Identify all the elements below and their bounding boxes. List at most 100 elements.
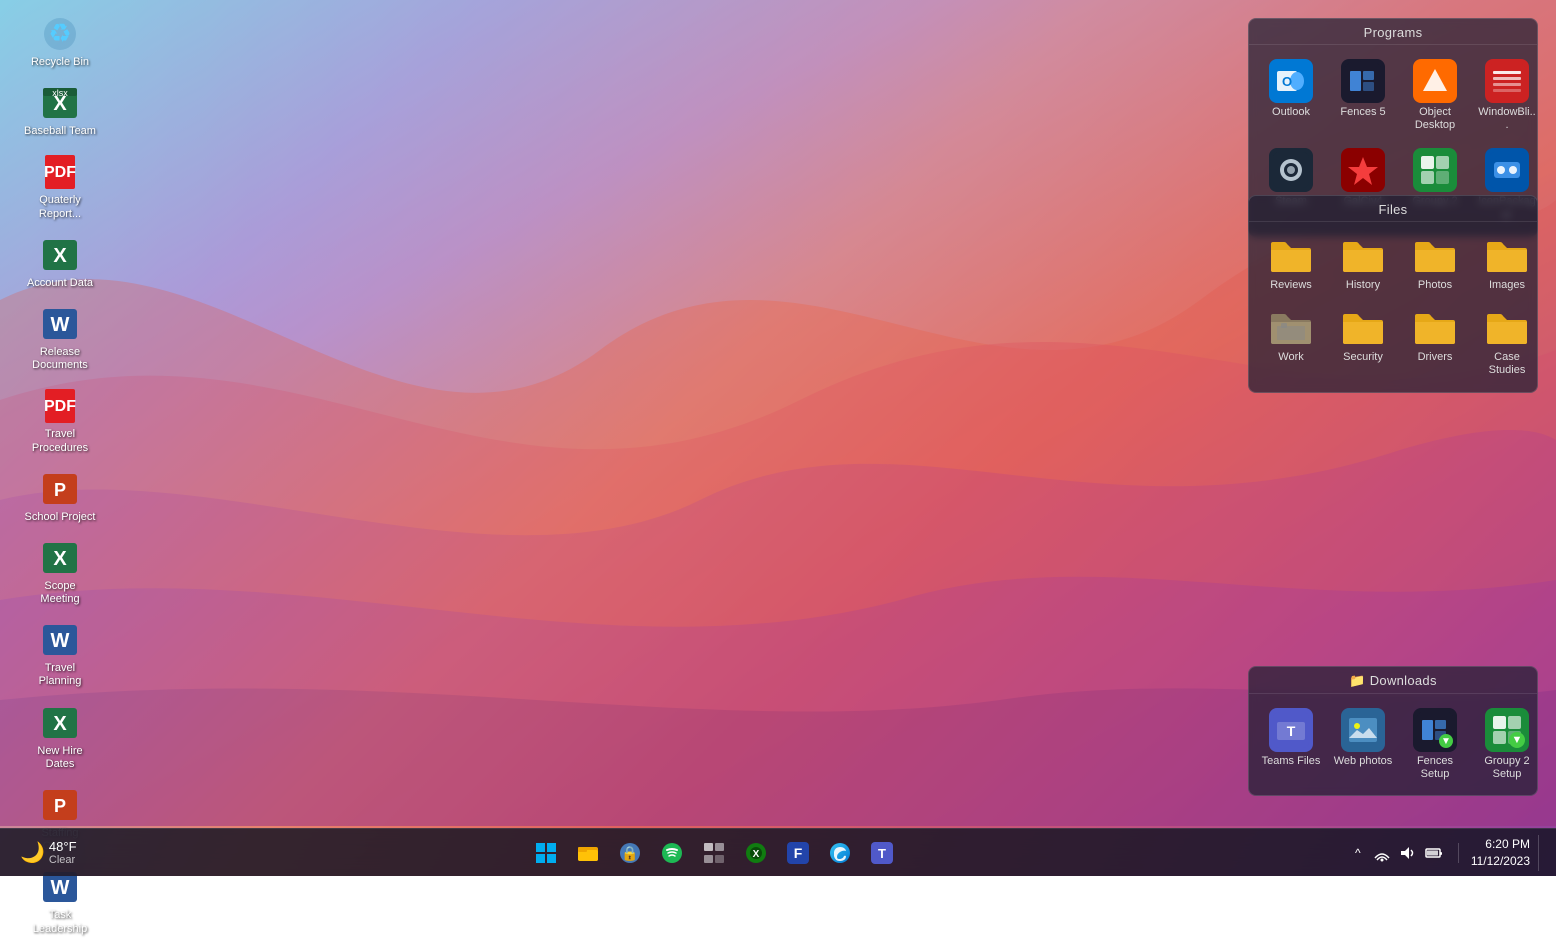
svg-text:▼: ▼ xyxy=(1512,734,1523,746)
object-desktop-icon xyxy=(1413,59,1457,103)
travel-procedures-icon: PDF xyxy=(40,386,80,426)
svg-text:O: O xyxy=(1282,74,1292,89)
fence-item-images[interactable]: Images xyxy=(1473,230,1541,298)
fence-item-fences-setup-label: Fences Setup xyxy=(1405,755,1465,781)
fence-item-case-studies[interactable]: Case Studies xyxy=(1473,302,1541,383)
tray-chevron[interactable]: ^ xyxy=(1348,843,1368,863)
taskbar-divider xyxy=(1458,843,1459,863)
fence-item-fences5[interactable]: Fences 5 xyxy=(1329,53,1397,138)
work-folder-icon xyxy=(1269,308,1313,348)
fence-item-fences5-label: Fences 5 xyxy=(1340,106,1385,119)
weather-widget[interactable]: 🌙 48°F Clear xyxy=(12,839,85,866)
security-folder-icon xyxy=(1341,308,1385,348)
travel-planning-label: Travel Planning xyxy=(24,662,96,688)
fence-item-groupy2-setup[interactable]: ▼ Groupy 2 Setup xyxy=(1473,702,1541,787)
baseball-team-label: Baseball Team xyxy=(24,125,96,138)
tray-battery-icon[interactable] xyxy=(1422,841,1446,865)
desktop-icon-travel-procedures[interactable]: PDF Travel Procedures xyxy=(20,382,100,458)
fence-item-drivers[interactable]: Drivers xyxy=(1401,302,1469,383)
fence-downloads-grid: T Teams Files Web photos ▼ Fences Setup … xyxy=(1249,694,1537,795)
svg-text:X: X xyxy=(53,713,67,735)
school-project-icon: P xyxy=(40,469,80,509)
fence-item-work[interactable]: Work xyxy=(1257,302,1325,383)
release-documents-icon: W xyxy=(40,304,80,344)
show-desktop-button[interactable] xyxy=(1538,835,1544,871)
fence-files: Files Reviews History Photos xyxy=(1248,195,1538,393)
xbox-button[interactable]: X xyxy=(738,835,774,871)
recycle-bin-icon: ♻ xyxy=(40,14,80,54)
release-documents-label: Release Documents xyxy=(24,346,96,372)
galciv4-icon xyxy=(1341,148,1385,192)
fence-item-object-desktop[interactable]: Object Desktop xyxy=(1401,53,1469,138)
groupy2-setup-icon: ▼ xyxy=(1485,708,1529,752)
svg-text:PDF: PDF xyxy=(44,164,76,181)
baseball-team-icon: Xxlsx xyxy=(40,83,80,123)
fence-item-work-label: Work xyxy=(1278,351,1303,364)
quarterly-report-icon: PDF xyxy=(40,152,80,192)
svg-text:X: X xyxy=(53,245,67,267)
privacy-button[interactable]: 🔒 xyxy=(612,835,648,871)
weather-condition: Clear xyxy=(49,854,77,866)
start-button[interactable] xyxy=(528,835,564,871)
desktop-icon-new-hire-dates[interactable]: X New Hire Dates xyxy=(20,699,100,775)
fence-item-drivers-label: Drivers xyxy=(1418,351,1453,364)
fence-item-security[interactable]: Security xyxy=(1329,302,1397,383)
fence-item-web-photos[interactable]: Web photos xyxy=(1329,702,1397,787)
reviews-folder-icon xyxy=(1269,236,1313,276)
photos-folder-icon xyxy=(1413,236,1457,276)
desktop-icon-account-data[interactable]: X Account Data xyxy=(20,231,100,294)
fence-item-security-label: Security xyxy=(1343,351,1383,364)
fence-item-outlook-label: Outlook xyxy=(1272,106,1310,119)
fence-item-history[interactable]: History xyxy=(1329,230,1397,298)
web-photos-icon xyxy=(1341,708,1385,752)
svg-text:X: X xyxy=(53,548,67,570)
svg-text:W: W xyxy=(51,630,70,652)
fence-item-teams-files-label: Teams Files xyxy=(1262,755,1321,768)
desktop-icon-travel-planning[interactable]: W Travel Planning xyxy=(20,616,100,692)
svg-text:T: T xyxy=(1287,723,1296,739)
travel-procedures-label: Travel Procedures xyxy=(24,428,96,454)
fence-item-outlook[interactable]: O Outlook xyxy=(1257,53,1325,138)
fence-item-photos[interactable]: Photos xyxy=(1401,230,1469,298)
fence-item-windowblinds[interactable]: WindowBli... xyxy=(1473,53,1541,138)
task-view-button[interactable] xyxy=(696,835,732,871)
outlook-icon: O xyxy=(1269,59,1313,103)
desktop-icon-recycle-bin[interactable]: ♻ Recycle Bin xyxy=(20,10,100,73)
desktop-icon-release-documents[interactable]: W Release Documents xyxy=(20,300,100,376)
desktop-icon-quarterly-report[interactable]: PDF Quaterly Report... xyxy=(20,148,100,224)
fence-item-fences-setup[interactable]: ▼ Fences Setup xyxy=(1401,702,1469,787)
fence-files-grid: Reviews History Photos Images xyxy=(1249,222,1537,392)
svg-text:W: W xyxy=(51,877,70,899)
iconpackager-icon xyxy=(1485,148,1529,192)
fence-files-title: Files xyxy=(1249,196,1537,222)
teams-button[interactable]: T xyxy=(864,835,900,871)
fence-item-reviews[interactable]: Reviews xyxy=(1257,230,1325,298)
tray-network-icon[interactable] xyxy=(1370,841,1394,865)
fence-item-photos-label: Photos xyxy=(1418,279,1452,292)
svg-text:🔒: 🔒 xyxy=(621,845,638,862)
school-project-label: School Project xyxy=(25,511,96,524)
svg-text:▼: ▼ xyxy=(1441,736,1451,747)
fence-item-teams-files[interactable]: T Teams Files xyxy=(1257,702,1325,787)
fence-item-images-label: Images xyxy=(1489,279,1525,292)
windowblinds-icon xyxy=(1485,59,1529,103)
system-tray: ^ xyxy=(1344,841,1450,865)
scope-meeting-icon: X xyxy=(40,538,80,578)
quarterly-report-label: Quaterly Report... xyxy=(24,194,96,220)
stardock-button[interactable]: F xyxy=(780,835,816,871)
fences5-icon xyxy=(1341,59,1385,103)
history-folder-icon xyxy=(1341,236,1385,276)
file-explorer-button[interactable] xyxy=(570,835,606,871)
desktop-icon-school-project[interactable]: P School Project xyxy=(20,465,100,528)
tray-volume-icon[interactable] xyxy=(1396,841,1420,865)
edge-button[interactable] xyxy=(822,835,858,871)
taskbar-center: 🔒 X F T xyxy=(85,835,1344,871)
svg-text:F: F xyxy=(794,845,803,861)
taskbar-clock[interactable]: 6:20 PM 11/12/2023 xyxy=(1467,836,1534,870)
spotify-button[interactable] xyxy=(654,835,690,871)
travel-planning-icon: W xyxy=(40,620,80,660)
scope-meeting-label: Scope Meeting xyxy=(24,580,96,606)
svg-text:PDF: PDF xyxy=(44,398,76,415)
desktop-icon-scope-meeting[interactable]: X Scope Meeting xyxy=(20,534,100,610)
desktop-icon-baseball-team[interactable]: Xxlsx Baseball Team xyxy=(20,79,100,142)
